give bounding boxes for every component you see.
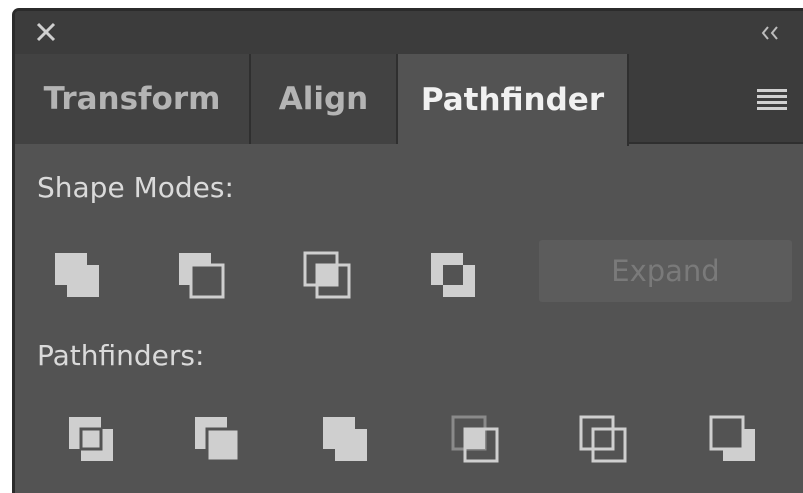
- panel-menu-icon[interactable]: [755, 84, 789, 114]
- tab-transform-label: Transform: [43, 81, 221, 117]
- pathfinders-label: Pathfinders:: [37, 339, 205, 372]
- minus-back-icon: [709, 415, 755, 461]
- pathfinder-panel: Transform Align Pathfinder Shape Modes:: [12, 8, 803, 493]
- tab-transform[interactable]: Transform: [15, 54, 251, 144]
- divide-icon: [69, 417, 113, 461]
- exclude-icon: [431, 253, 475, 297]
- divide-button[interactable]: [59, 407, 123, 471]
- intersect-button[interactable]: [295, 243, 359, 307]
- intersect-icon: [303, 251, 351, 299]
- close-icon[interactable]: [33, 19, 59, 45]
- expand-button[interactable]: Expand: [539, 240, 792, 302]
- crop-button[interactable]: [443, 407, 507, 471]
- tab-align[interactable]: Align: [251, 54, 398, 144]
- collapse-panel-icon[interactable]: [759, 23, 783, 43]
- exclude-button[interactable]: [421, 243, 485, 307]
- outline-button[interactable]: [571, 407, 635, 471]
- trim-button[interactable]: [185, 407, 249, 471]
- merge-button[interactable]: [313, 407, 377, 471]
- merge-icon: [323, 417, 367, 461]
- minus-front-icon: [179, 253, 225, 299]
- trim-icon: [195, 417, 241, 463]
- minus-front-button[interactable]: [169, 243, 233, 307]
- tab-align-label: Align: [278, 81, 369, 117]
- unite-button[interactable]: [45, 243, 109, 307]
- panel-titlebar: [15, 11, 803, 54]
- minus-back-button[interactable]: [701, 407, 765, 471]
- shape-modes-label: Shape Modes:: [37, 171, 234, 204]
- crop-icon: [451, 415, 499, 463]
- unite-icon: [55, 253, 99, 297]
- panel-tabbar: Transform Align Pathfinder: [15, 54, 803, 146]
- tab-pathfinder-label: Pathfinder: [420, 82, 605, 118]
- outline-icon: [579, 415, 627, 463]
- tab-pathfinder[interactable]: Pathfinder: [398, 54, 629, 146]
